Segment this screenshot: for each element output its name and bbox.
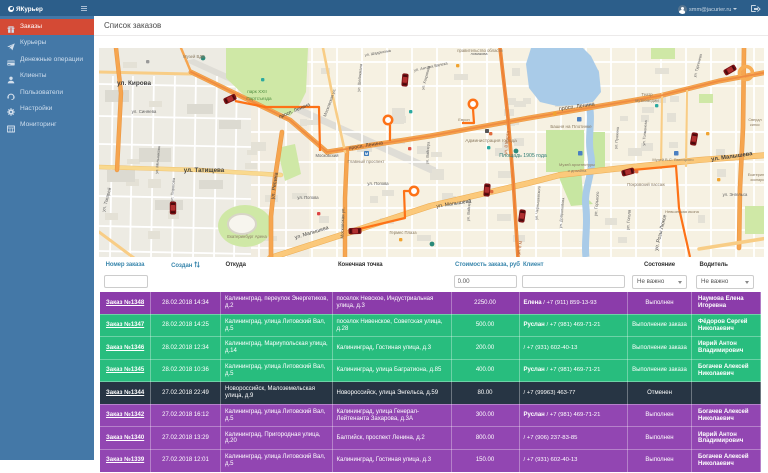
svg-text:ул. Попова: ул. Попова [297,195,319,200]
svg-text:ул. Попова: ул. Попова [367,181,389,186]
svg-text:Музей ВДВ: Музей ВДВ [183,54,205,59]
svg-text:зоопарк: зоопарк [750,178,764,182]
svg-text:Покровский пассаж: Покровский пассаж [627,182,665,187]
svg-text:ул. Синяева: ул. Синяева [132,109,157,114]
svg-text:Башня на Плотинке: Башня на Плотинке [550,124,592,129]
svg-text:парк XXII: парк XXII [247,89,267,94]
svg-text:Екатеринб: Екатеринб [748,173,764,177]
svg-text:Европ: Европ [458,117,469,122]
svg-text:Московский: Московский [316,153,340,158]
svg-text:Музей архитектуры: Музей архитектуры [559,162,595,167]
svg-text:Гермес Плаза: Гермес Плаза [389,230,417,235]
svg-text:кинос: кинос [750,123,760,127]
svg-text:Партсъезда: Партсъезда [246,96,272,101]
svg-text:ул. Татищева: ул. Татищева [184,167,225,174]
svg-text:Екатеринбург Арена: Екатеринбург Арена [227,234,267,239]
svg-text:музкомедии: музкомедии [635,98,659,103]
svg-text:Свердл: Свердл [748,118,761,122]
svg-text:Главный проспект: Главный проспект [348,159,385,164]
svg-text:правительство области: правительство области [457,48,503,53]
svg-text:ул. Кирова: ул. Кирова [117,80,152,87]
svg-text:Невьянская икона: Невьянская икона [665,209,700,214]
svg-text:и дизайна: и дизайна [568,168,587,173]
svg-text:Театр: Театр [641,92,653,97]
svg-text:ул. Энгельса: ул. Энгельса [723,192,748,197]
svg-text:Музей В.С. Высоцкого: Музей В.С. Высоцкого [652,157,694,162]
